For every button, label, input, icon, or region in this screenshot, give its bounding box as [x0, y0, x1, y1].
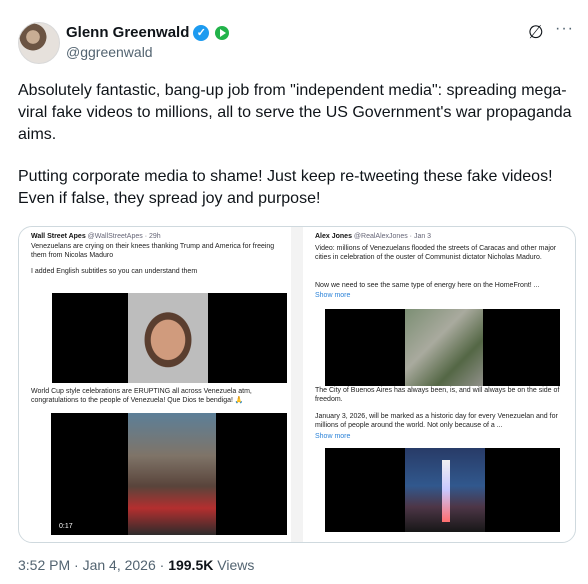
tweet-text: Absolutely fantastic, bang-up job from "… — [18, 80, 574, 230]
buenos-aires-video[interactable] — [325, 448, 560, 532]
tweet-paragraph-2: Putting corporate media to shame! Just k… — [18, 168, 553, 207]
right-text-3: The City of Buenos Aires has always been… — [315, 387, 560, 403]
celebration-video[interactable]: 0:17 — [51, 413, 287, 535]
left-account-line: Wall Street Apes @WallStreetApes · 29h — [31, 232, 161, 241]
tweet-media[interactable]: Wall Street Apes @WallStreetApes · 29h V… — [18, 226, 576, 543]
crying-man-video[interactable] — [52, 293, 287, 383]
show-more-link[interactable]: Show more — [315, 291, 565, 300]
show-more-link-2[interactable]: Show more — [315, 432, 565, 441]
grok-icon[interactable]: ∅ — [528, 22, 544, 43]
more-icon[interactable]: ··· — [555, 20, 574, 38]
right-text-4: January 3, 2026, will be marked as a his… — [315, 413, 558, 429]
tweet-time: 3:52 PM · Jan 4, 2026 · — [18, 557, 165, 573]
crowd-image — [128, 413, 216, 535]
left-text-1: Venezuelans are crying on their knees th… — [31, 243, 275, 259]
left-text-3: World Cup style celebrations are ERUPTIN… — [31, 388, 252, 404]
right-screenshot-panel[interactable]: Alex Jones @RealAlexJones · Jan 3 Video:… — [303, 227, 575, 542]
right-text-1: Video: millions of Venezuelans flooded t… — [315, 245, 557, 261]
crying-man-image — [128, 293, 208, 383]
obelisk-image — [442, 460, 450, 522]
author-name-text: Glenn Greenwald — [66, 24, 190, 41]
left-account-name: Wall Street Apes — [31, 233, 86, 240]
views-label: Views — [217, 557, 255, 573]
right-account-line: Alex Jones @RealAlexJones · Jan 3 — [315, 232, 431, 241]
author-avatar[interactable] — [18, 22, 60, 64]
left-account-meta: @WallStreetApes · 29h — [87, 233, 161, 240]
aerial-image — [405, 309, 483, 386]
right-account-name: Alex Jones — [315, 233, 352, 240]
right-account-meta: @RealAlexJones · Jan 3 — [353, 233, 432, 240]
author-handle[interactable]: @ggreenwald — [66, 44, 153, 60]
right-text-2: Now we need to see the same type of ener… — [315, 282, 540, 289]
video-time: 0:17 — [59, 523, 73, 530]
left-text-2: I added English subtitles so you can und… — [31, 268, 198, 275]
author-name[interactable]: Glenn Greenwald ✓ — [66, 24, 230, 42]
play-badge-icon — [215, 26, 230, 40]
verified-badge-icon: ✓ — [193, 25, 210, 41]
tweet-paragraph-1: Absolutely fantastic, bang-up job from "… — [18, 82, 572, 143]
left-screenshot-panel[interactable]: Wall Street Apes @WallStreetApes · 29h V… — [19, 227, 291, 542]
aerial-video[interactable] — [325, 309, 560, 386]
views-count: 199.5K — [168, 557, 214, 573]
tweet-meta: 3:52 PM · Jan 4, 2026 · 199.5K Views — [18, 557, 254, 573]
